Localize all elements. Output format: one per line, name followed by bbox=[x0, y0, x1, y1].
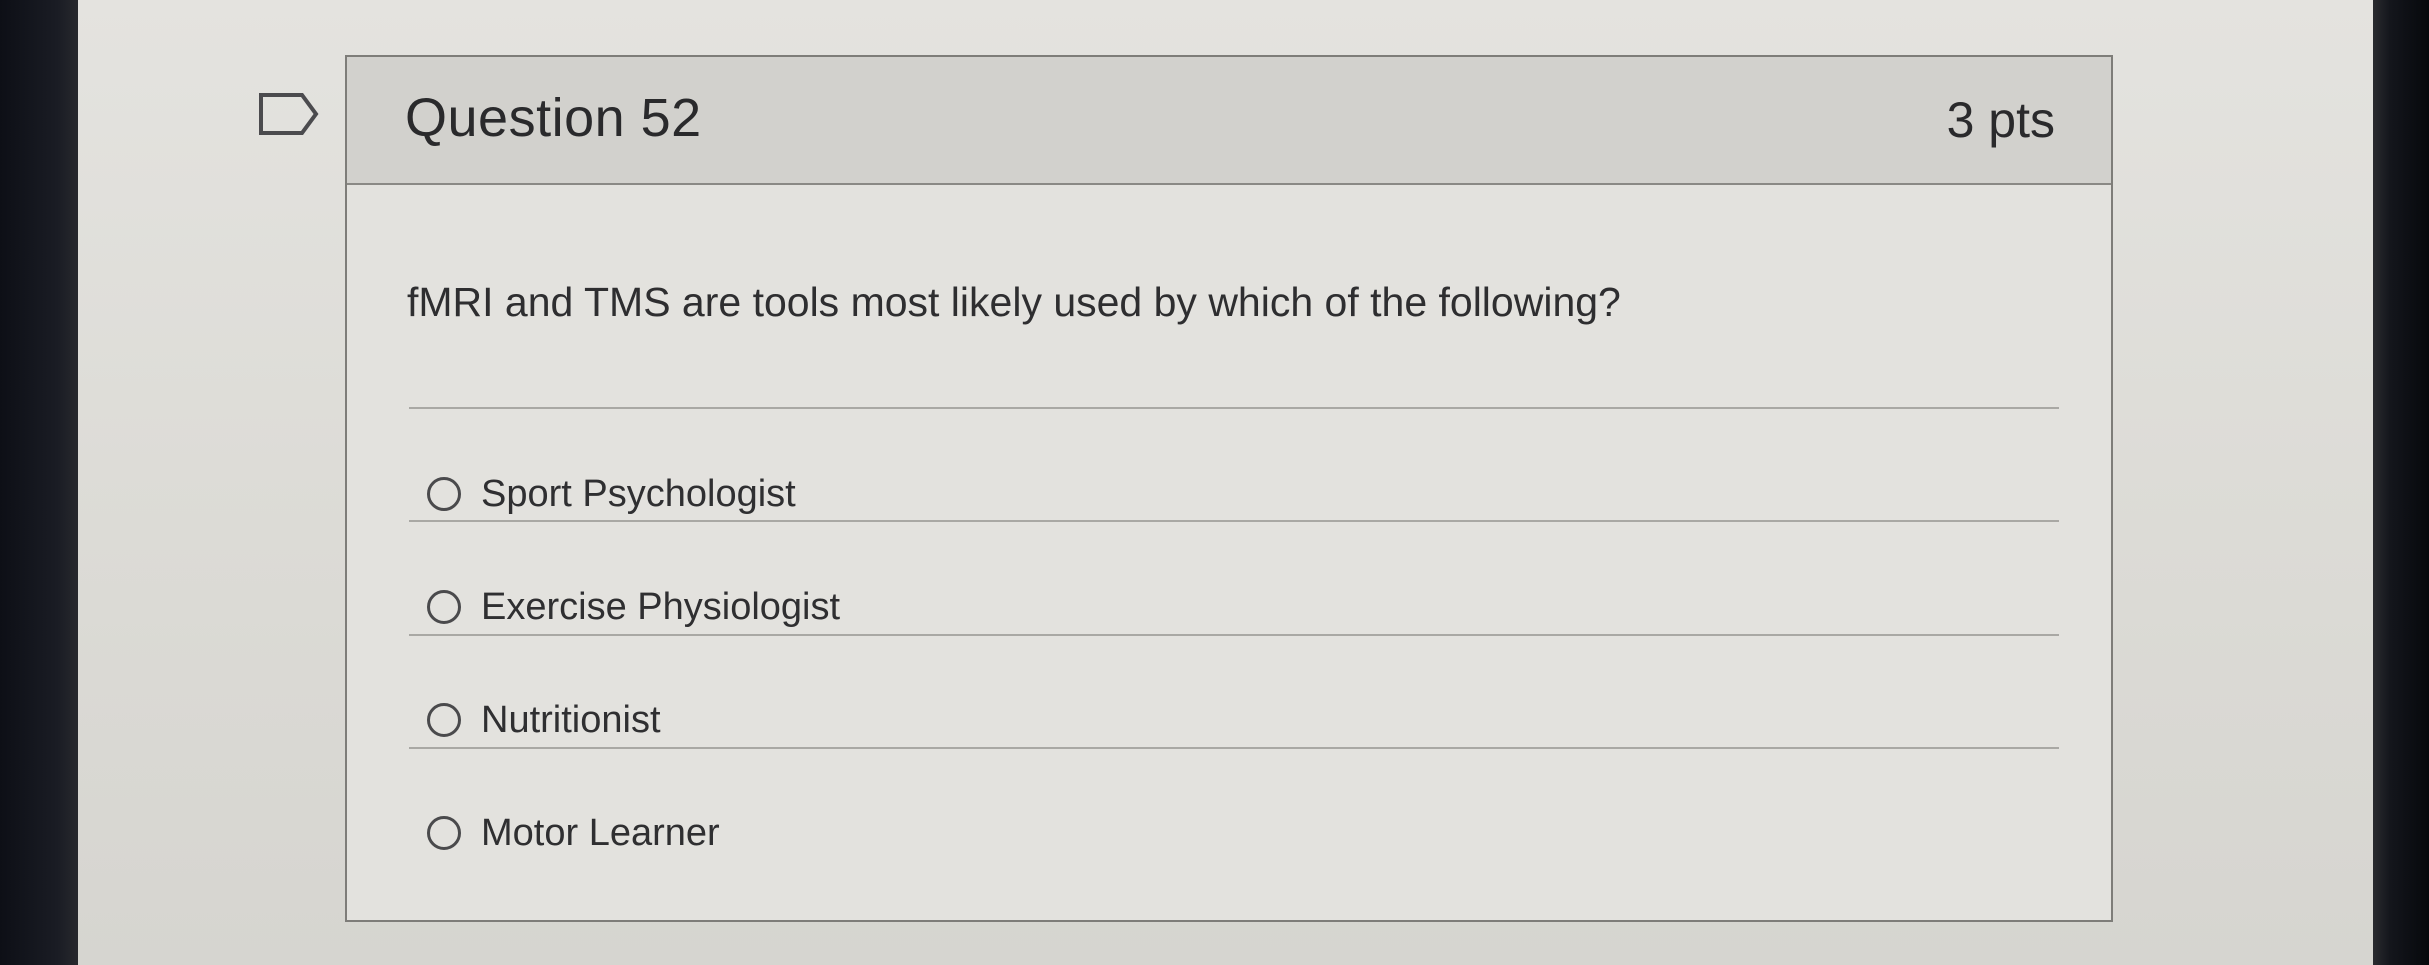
question-points: 3 pts bbox=[1946, 92, 2055, 148]
answer-label: Nutritionist bbox=[481, 698, 661, 741]
answer-label: Sport Psychologist bbox=[481, 472, 796, 515]
question-text: fMRI and TMS are tools most likely used … bbox=[407, 279, 1621, 325]
radio-button[interactable] bbox=[427, 590, 461, 624]
question-title: Question 52 bbox=[405, 88, 702, 148]
radio-button[interactable] bbox=[427, 816, 461, 850]
answer-option-4[interactable]: Motor Learner bbox=[427, 803, 720, 863]
radio-button[interactable] bbox=[427, 703, 461, 737]
answer-option-3[interactable]: Nutritionist bbox=[427, 690, 661, 750]
question-card: Question 52 3 pts fMRI and TMS are tools… bbox=[345, 55, 2113, 922]
question-header: Question 52 3 pts bbox=[347, 57, 2111, 185]
answer-option-1[interactable]: Sport Psychologist bbox=[427, 464, 796, 524]
answer-label: Motor Learner bbox=[481, 811, 720, 854]
display-bezel-right bbox=[2373, 0, 2429, 965]
radio-button[interactable] bbox=[427, 477, 461, 511]
answer-divider bbox=[409, 407, 2059, 409]
answer-option-2[interactable]: Exercise Physiologist bbox=[427, 577, 840, 637]
display-bezel-left bbox=[0, 0, 82, 965]
answer-divider bbox=[409, 634, 2059, 636]
answer-divider bbox=[409, 520, 2059, 522]
flag-question-icon[interactable] bbox=[258, 92, 320, 136]
answer-divider bbox=[409, 747, 2059, 749]
answer-label: Exercise Physiologist bbox=[481, 585, 841, 628]
